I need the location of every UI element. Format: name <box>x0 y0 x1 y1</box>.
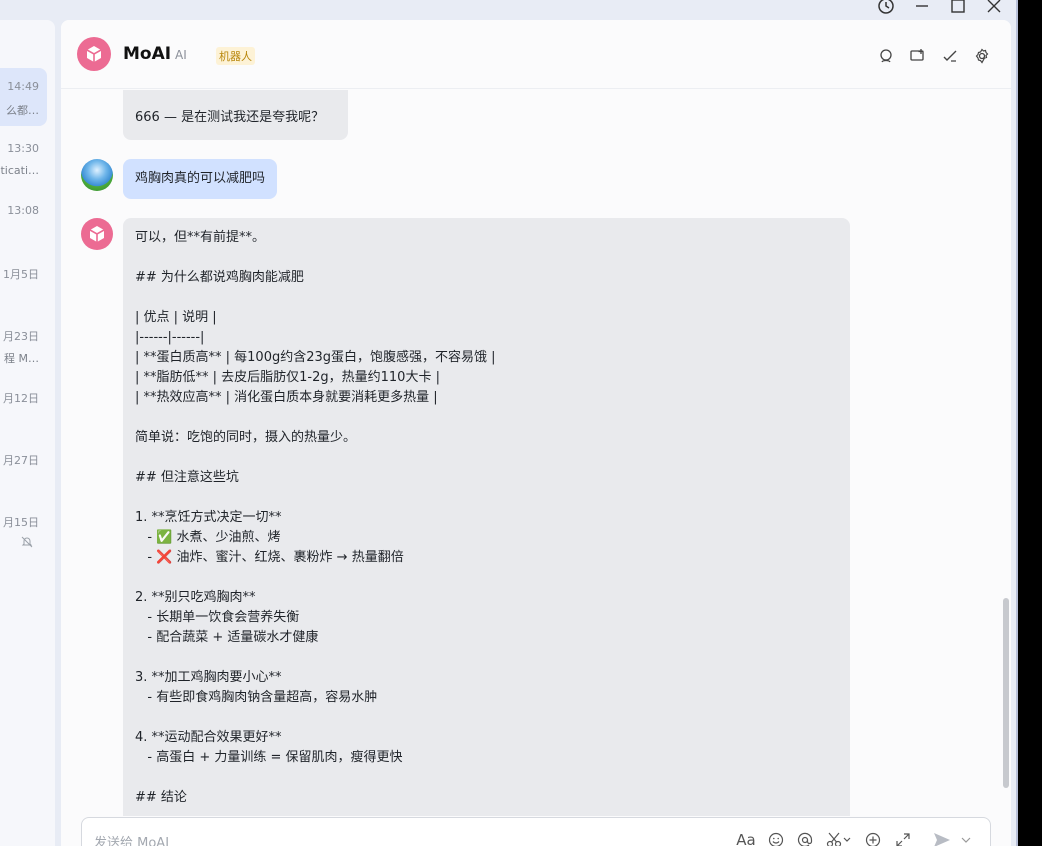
maximize-icon[interactable] <box>940 0 976 16</box>
conversation-item[interactable]: 1月5日 <box>0 254 47 312</box>
conversation-list: 14:49 么都… 13:30 ticati… 13:08 1月5日 月23日 … <box>0 20 55 846</box>
conversation-time: 13:30 <box>7 142 39 155</box>
input-placeholder: 发送给 MoAI <box>94 836 170 846</box>
message-text: 鸡胸肉真的可以减肥吗 <box>135 171 266 186</box>
message-line: | **热效应高** | 消化蛋白质本身就要消耗更多热量 | <box>135 390 438 405</box>
bot-message: 666 — 是在测试我还是夸我呢？ <box>123 90 348 140</box>
message-line: - 有些即食鸡胸肉钠含量超高，容易水肿 <box>135 690 378 705</box>
message-line <box>135 488 838 508</box>
minimize-icon[interactable] <box>904 0 940 16</box>
message-line: ## 为什么都说鸡胸肉能减肥 <box>135 270 304 285</box>
add-chat-icon[interactable] <box>909 47 927 65</box>
message-line: 简单说：吃饱的同时，摄入的热量少。 <box>135 430 357 445</box>
chevron-down-icon[interactable] <box>956 830 976 846</box>
conversation-time: 月23日 <box>3 330 39 343</box>
message-text: 666 — 是在测试我还是夸我呢？ <box>135 110 325 125</box>
conversation-item[interactable]: 月15日 <box>0 502 47 560</box>
message-line: | **脂肪低** | 去皮后脂肪仅1-2g，热量约110大卡 | <box>135 370 440 385</box>
user-message: 鸡胸肉真的可以减肥吗 <box>123 159 278 199</box>
message-line: 3. **加工鸡胸肉要小心** <box>135 670 282 685</box>
message-line: - ✅ 水煮、少油煎、烤 <box>135 530 281 545</box>
conversation-item[interactable]: 月23日 程 M… <box>0 316 47 374</box>
message-line: | 优点 | 说明 | <box>135 310 217 325</box>
message-line: | **蛋白质高** | 每100g约含23g蛋白，饱腹感强，不容易饿 | <box>135 350 496 365</box>
conversation-time: 月27日 <box>3 454 39 467</box>
conversation-time: 月15日 <box>3 516 39 529</box>
message-line: ## 但注意这些坑 <box>135 470 239 485</box>
history-icon[interactable] <box>868 0 904 16</box>
conversation-preview: 么都… <box>6 104 39 117</box>
message-line <box>135 448 838 468</box>
conversation-item[interactable]: 13:30 ticati… <box>0 130 47 188</box>
message-line: - 长期单一饮食会营养失衡 <box>135 610 300 625</box>
message-input[interactable]: 发送给 MoAI Aa <box>81 817 991 846</box>
conversation-time: 月12日 <box>3 392 39 405</box>
window-controls <box>868 0 1012 16</box>
conversation-preview: ticati… <box>0 164 39 177</box>
send-icon[interactable] <box>932 830 952 846</box>
message-line <box>135 708 838 728</box>
mention-icon[interactable] <box>795 830 815 846</box>
add-icon[interactable] <box>863 830 883 846</box>
message-line: 1. **烹饪方式决定一切** <box>135 510 282 525</box>
bot-message: 可以，但**有前提**。 ## 为什么都说鸡胸肉能减肥 | 优点 | 说明 | |--… <box>123 218 850 816</box>
message-list: 666 — 是在测试我还是夸我呢？ 鸡胸肉真的可以减肥吗 可以，但**有前提**… <box>61 90 1011 816</box>
conversation-item[interactable]: 月27日 <box>0 440 47 498</box>
conversation-item[interactable]: 13:08 <box>0 192 47 250</box>
expand-icon[interactable] <box>893 830 913 846</box>
cube-icon <box>86 46 102 62</box>
conversation-time: 14:49 <box>7 80 39 93</box>
desktop-background-strip <box>1016 0 1042 846</box>
message-line: - 高蛋白 + 力量训练 = 保留肌肉，瘦得更快 <box>135 750 403 765</box>
message-line <box>135 568 838 588</box>
conversation-item[interactable]: 月12日 <box>0 378 47 436</box>
message-line: 4. **运动配合效果更好** <box>135 730 282 745</box>
message-line: 2. **别只吃鸡胸肉** <box>135 590 256 605</box>
settings-icon[interactable] <box>973 47 991 65</box>
chat-header: MoAI AI 机器人 <box>61 20 1011 89</box>
message-line: - 配合蔬菜 + 适量碳水才健康 <box>135 630 319 645</box>
message-line: |------|------| <box>135 330 205 345</box>
message-line <box>135 248 838 268</box>
bot-tag-badge: 机器人 <box>216 47 255 65</box>
scissors-icon[interactable] <box>824 830 854 846</box>
check-edit-icon[interactable] <box>941 47 959 65</box>
ai-label: AI <box>175 48 187 62</box>
chat-title: MoAI <box>123 44 172 64</box>
user-avatar[interactable] <box>81 159 113 191</box>
message-line: - ❌ 油炸、蜜汁、红烧、裹粉炸 → 热量翻倍 <box>135 550 404 565</box>
message-line: ## 结论 <box>135 790 187 805</box>
conversation-time: 13:08 <box>7 204 39 217</box>
close-icon[interactable] <box>976 0 1012 16</box>
cube-icon <box>89 226 105 242</box>
chat-scrollbar[interactable] <box>1003 598 1009 788</box>
conversation-preview: 程 M… <box>4 352 39 365</box>
emoji-icon[interactable] <box>766 830 786 846</box>
font-icon[interactable]: Aa <box>736 830 756 846</box>
chat-panel: MoAI AI 机器人 666 — 是在测试我还是夸我呢？ 鸡胸肉真的可以减肥吗 <box>61 20 1011 846</box>
message-line <box>135 288 838 308</box>
conversation-time: 1月5日 <box>3 268 39 281</box>
message-line: 可以，但**有前提**。 <box>135 230 266 245</box>
moai-avatar[interactable] <box>81 218 113 250</box>
message-line <box>135 408 838 428</box>
moai-avatar[interactable] <box>77 37 111 71</box>
mute-bell-icon <box>21 536 33 551</box>
conversation-item[interactable]: 14:49 么都… <box>0 68 47 126</box>
message-line <box>135 768 838 788</box>
message-line <box>135 648 838 668</box>
search-chat-icon[interactable] <box>877 47 895 65</box>
